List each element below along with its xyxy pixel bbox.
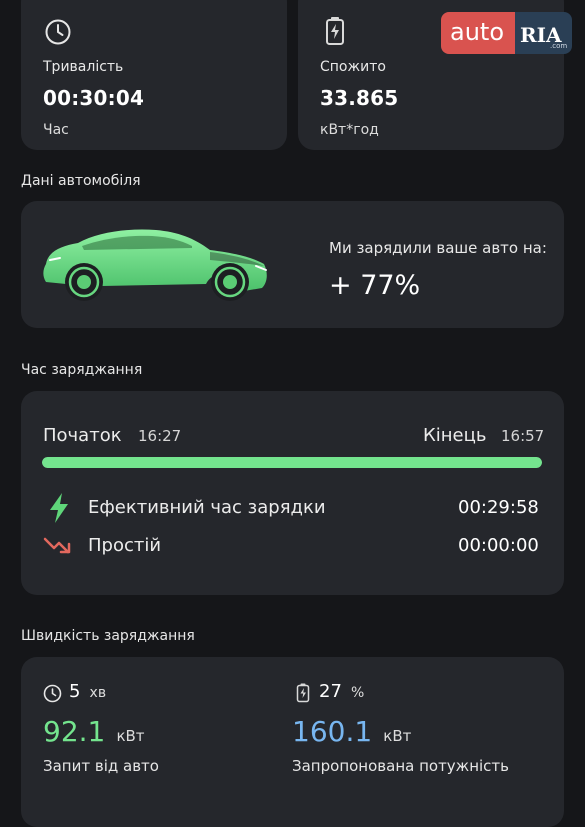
speed-left-time-unit: хв <box>89 685 107 701</box>
speed-left-power-value: 92.1 <box>43 715 106 748</box>
end-label: Кінець <box>423 425 487 446</box>
speed-right-power-unit: кВт <box>383 727 412 745</box>
idle-label: Простій <box>88 535 162 556</box>
speed-title: Швидкість заряджання <box>21 628 195 644</box>
consumed-value: 33.865 <box>320 86 399 110</box>
charged-value: + 77% <box>329 270 421 301</box>
speed-left-power: 92.1 кВт <box>43 715 145 748</box>
battery-small-icon <box>296 683 310 703</box>
logo-word-auto: auto <box>450 18 505 46</box>
speed-right-power: 160.1 кВт <box>292 715 411 748</box>
charge-progress-bar <box>42 457 542 468</box>
charged-text: Ми зарядили ваше авто на: <box>329 239 547 257</box>
speed-left-power-unit: кВт <box>116 727 145 745</box>
speed-right-power-value: 160.1 <box>292 715 373 748</box>
start-label: Початок <box>43 425 122 446</box>
autoria-logo: auto RIA .com <box>441 12 572 54</box>
charge-time-card <box>21 391 564 595</box>
effective-time-label: Ефективний час зарядки <box>88 497 326 518</box>
speed-left-time: 5 хв <box>69 681 106 702</box>
clock-small-icon <box>43 684 62 703</box>
duration-value: 00:30:04 <box>43 86 145 110</box>
clock-icon <box>45 19 71 45</box>
duration-unit: Час <box>43 122 69 138</box>
charge-time-title: Час заряджання <box>21 362 143 378</box>
charge-progress-fill <box>42 457 542 468</box>
speed-left-time-value: 5 <box>69 681 81 702</box>
speed-right-percent: 27 % <box>319 681 364 702</box>
trend-down-icon <box>43 537 71 554</box>
speed-right-percent-value: 27 <box>319 681 342 702</box>
lightning-icon <box>50 493 68 523</box>
car-icon <box>43 229 267 301</box>
idle-value: 00:00:00 <box>458 535 539 556</box>
start-time: 16:27 <box>138 427 182 445</box>
battery-charging-icon <box>326 17 344 45</box>
speed-right-percent-unit: % <box>351 685 365 701</box>
end-time: 16:57 <box>501 427 545 445</box>
speed-left-caption: Запит від авто <box>43 757 159 775</box>
logo-suffix: .com <box>550 42 568 50</box>
consumed-label: Спожито <box>320 59 386 75</box>
duration-label: Тривалість <box>43 59 124 75</box>
consumed-unit: кВт*год <box>320 122 379 138</box>
speed-right-caption: Запропонована потужність <box>292 757 509 775</box>
effective-time-value: 00:29:58 <box>458 497 539 518</box>
car-section-title: Дані автомобіля <box>21 173 141 189</box>
